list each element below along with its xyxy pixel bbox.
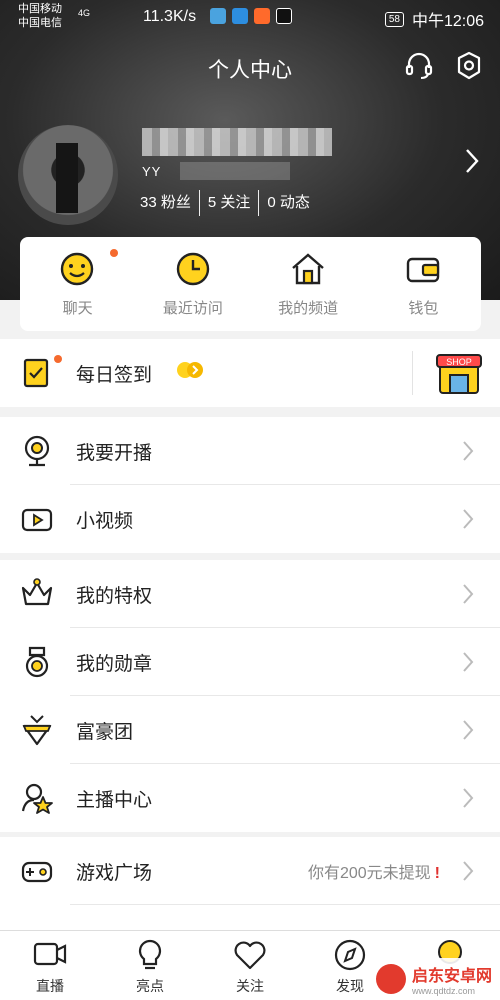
- network-speed: 11.3K/s: [143, 8, 197, 25]
- tab-follow-label: 关注: [236, 978, 264, 994]
- gamepad-icon: [21, 861, 53, 883]
- user-id-label: YY: [142, 164, 162, 179]
- checkin-section: 每日签到 SHOP: [0, 339, 500, 407]
- settings-icon[interactable]: [453, 50, 485, 82]
- checkin-icon: [23, 358, 49, 388]
- quick-wallet[interactable]: 钱包: [366, 237, 481, 331]
- chevron-right-icon: [463, 652, 474, 672]
- menu-medals[interactable]: 我的勋章: [0, 628, 500, 696]
- checkin-label: 每日签到: [76, 364, 153, 386]
- quick-channel-label: 我的频道: [278, 300, 339, 317]
- network-indicator: 4G: [78, 8, 91, 18]
- menu-start-live-label: 我要开播: [76, 442, 153, 464]
- app-icon: [232, 8, 248, 24]
- privilege-section: 我的特权 我的勋章 富豪团 主播中心: [0, 560, 500, 832]
- carrier-1: 中国移动: [18, 3, 62, 15]
- chevron-right-icon: [463, 720, 474, 740]
- menu-game-plaza-label: 游戏广场: [76, 862, 153, 884]
- chevron-right-icon: [463, 584, 474, 604]
- watermark-logo-icon: [376, 964, 406, 994]
- chevron-right-icon: [463, 788, 474, 808]
- broadcast-section: 我要开播 小视频: [0, 417, 500, 553]
- menu-game-plaza[interactable]: 游戏广场 你有200元未提现!: [0, 837, 500, 905]
- divider: [412, 351, 413, 395]
- tab-highlights[interactable]: 亮点: [100, 931, 200, 1000]
- chevron-right-icon: [463, 509, 474, 529]
- svg-text:SHOP: SHOP: [446, 357, 472, 367]
- profile-chevron-icon[interactable]: [464, 146, 480, 176]
- menu-anchor-center-label: 主播中心: [76, 789, 153, 811]
- wallet-icon: [407, 257, 440, 283]
- chat-icon: [60, 252, 93, 286]
- watermark: 启东安卓网 www.qdtdz.com: [370, 958, 500, 1000]
- menu-tycoon-club-label: 富豪团: [76, 721, 134, 743]
- crown-icon: [21, 578, 53, 606]
- menu-medals-label: 我的勋章: [76, 653, 153, 675]
- quick-actions: 聊天 最近访问 我的频道 钱包: [20, 237, 481, 331]
- compass-icon: [334, 939, 366, 971]
- carrier-2: 中国电信: [18, 17, 62, 29]
- menu-anchor-center[interactable]: 主播中心: [0, 764, 500, 832]
- user-id-blurred: [180, 162, 290, 180]
- avatar[interactable]: [18, 125, 118, 225]
- home-icon: [292, 253, 324, 285]
- menu-privileges-label: 我的特权: [76, 585, 153, 607]
- quick-wallet-label: 钱包: [408, 300, 439, 317]
- star-person-icon: [21, 783, 53, 814]
- clock-icon: [176, 252, 210, 286]
- coin-icon: [177, 362, 203, 378]
- tab-live-label: 直播: [36, 978, 64, 994]
- menu-tycoon-club[interactable]: 富豪团: [0, 696, 500, 764]
- bulb-icon: [138, 939, 162, 970]
- profile-stats: 33 粉丝 5 关注 0 动态: [140, 190, 326, 216]
- heart-icon: [234, 941, 266, 970]
- game-section: 游戏广场 你有200元未提现!: [0, 837, 500, 930]
- app-icon: [210, 8, 226, 24]
- video-icon: [21, 508, 53, 532]
- daily-checkin[interactable]: 每日签到: [0, 339, 500, 407]
- battery-indicator: 58: [384, 11, 404, 27]
- headset-icon[interactable]: [403, 50, 435, 82]
- profile-page: 中国移动 中国电信 4G 11.3K/s 58 中午12:06 个人中心 YY …: [0, 0, 500, 1000]
- tab-discover-label: 发现: [336, 978, 364, 994]
- fans-count[interactable]: 33 粉丝: [140, 190, 200, 216]
- quick-chat-label: 聊天: [62, 300, 93, 317]
- menu-short-video-label: 小视频: [76, 510, 134, 532]
- live-icon: [33, 942, 67, 966]
- quick-channel[interactable]: 我的频道: [251, 237, 366, 331]
- chat-badge: [110, 249, 118, 257]
- menu-privileges[interactable]: 我的特权: [0, 560, 500, 628]
- status-bar: 中国移动 中国电信 4G 11.3K/s 58 中午12:06: [0, 0, 500, 34]
- username-blurred: [142, 128, 332, 156]
- watermark-url: www.qdtdz.com: [412, 986, 476, 996]
- checkin-badge: [54, 355, 62, 363]
- gem-icon: [22, 715, 52, 746]
- tiktok-icon: [276, 8, 292, 24]
- shop-icon[interactable]: SHOP: [434, 349, 484, 397]
- tab-highlights-label: 亮点: [136, 978, 164, 994]
- posts-count[interactable]: 0 动态: [267, 190, 318, 216]
- notification-icons: [210, 8, 292, 24]
- tab-follow[interactable]: 关注: [200, 931, 300, 1000]
- app-icon: [254, 8, 270, 24]
- clock: 中午12:06: [411, 13, 484, 30]
- following-count[interactable]: 5 关注: [208, 190, 260, 216]
- watermark-title: 启东安卓网: [412, 968, 493, 985]
- quick-recent[interactable]: 最近访问: [135, 237, 250, 331]
- menu-short-video[interactable]: 小视频: [0, 485, 500, 553]
- quick-recent-label: 最近访问: [162, 300, 223, 317]
- medal-icon: [25, 646, 49, 678]
- webcam-icon: [24, 435, 50, 467]
- chevron-right-icon: [463, 441, 474, 461]
- tab-live[interactable]: 直播: [0, 931, 100, 1000]
- menu-start-live[interactable]: 我要开播: [0, 417, 500, 485]
- chevron-right-icon: [463, 861, 474, 881]
- withdraw-reminder: 你有200元未提现!: [307, 865, 440, 882]
- quick-chat[interactable]: 聊天: [20, 237, 135, 331]
